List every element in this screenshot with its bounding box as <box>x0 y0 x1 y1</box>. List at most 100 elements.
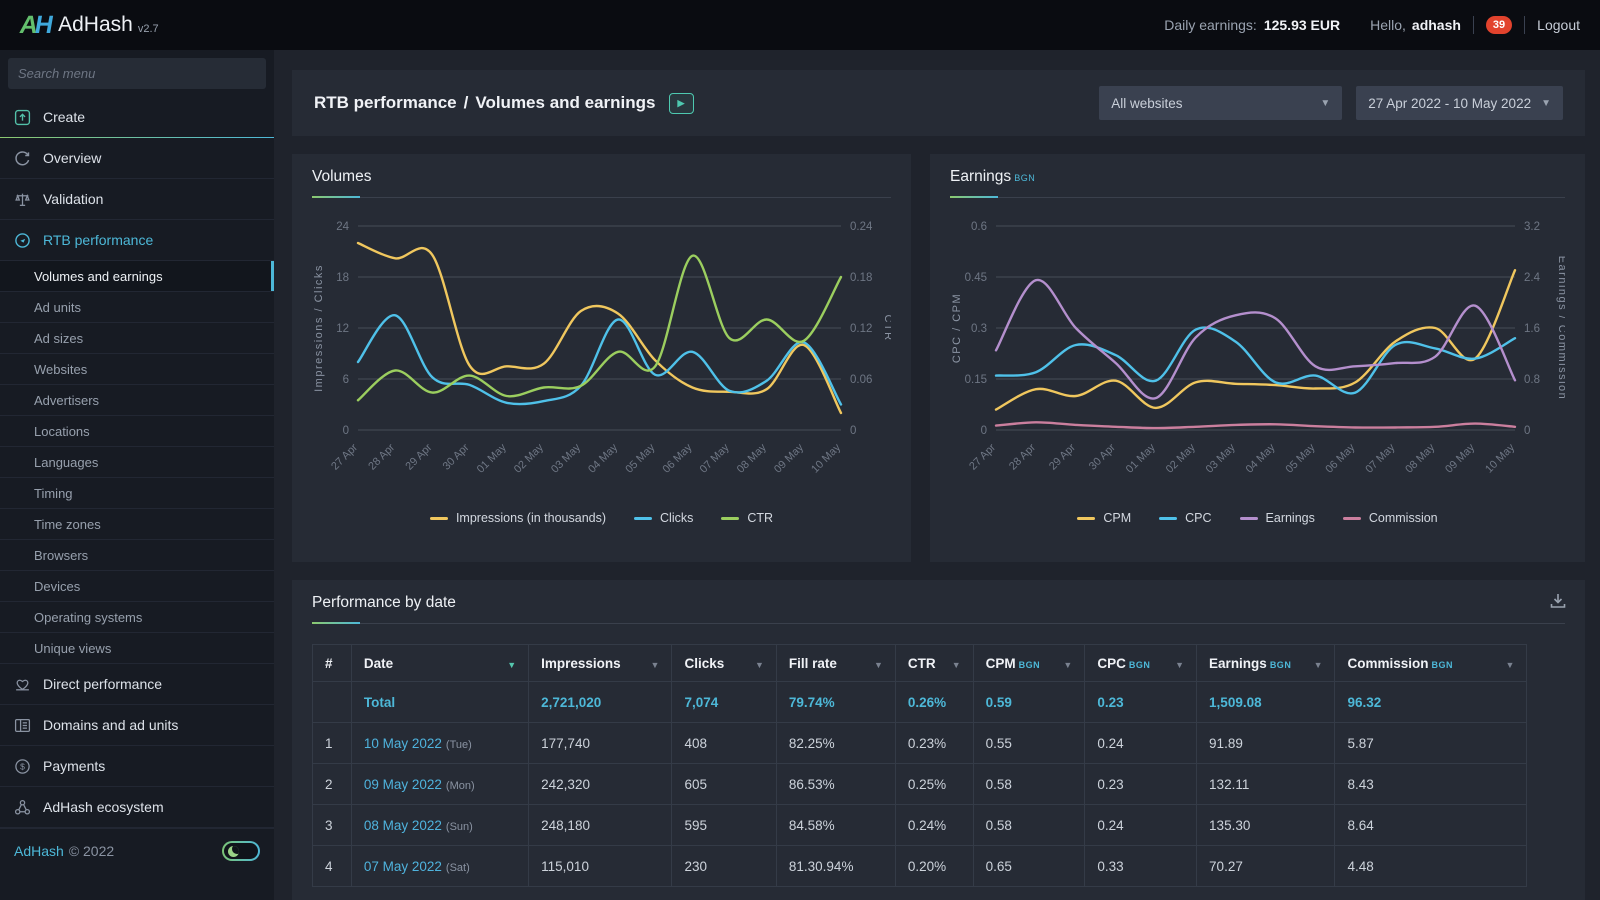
svg-text:03 May: 03 May <box>1204 441 1238 475</box>
series-line-earnings <box>996 280 1515 399</box>
sidebar-item-direct-performance[interactable]: Direct performance <box>0 664 274 705</box>
cell-row-number: 2 <box>313 764 352 805</box>
sidebar-item-unique-views[interactable]: Unique views <box>0 633 274 664</box>
svg-text:09 May: 09 May <box>772 441 806 475</box>
sidebar-item-websites[interactable]: Websites <box>0 354 274 385</box>
svg-text:03 May: 03 May <box>549 441 583 475</box>
sidebar-item-timing[interactable]: Timing <box>0 478 274 509</box>
legend-swatch <box>1240 517 1258 520</box>
svg-text:02 May: 02 May <box>1164 441 1198 475</box>
sidebar-item-browsers[interactable]: Browsers <box>0 540 274 571</box>
svg-text:0.6: 0.6 <box>971 221 987 233</box>
column-label: # <box>325 656 333 671</box>
sidebar-item-payments[interactable]: $Payments <box>0 746 274 787</box>
dark-mode-toggle-track <box>224 843 258 859</box>
sidebar-item-validation[interactable]: Validation <box>0 179 274 220</box>
svg-text:CTR: CTR <box>882 314 891 341</box>
cell-impressions: 242,320 <box>529 764 672 805</box>
website-filter-dropdown[interactable]: All websites ▼ <box>1099 86 1342 120</box>
legend-item-commission[interactable]: Commission <box>1343 511 1438 525</box>
cell-total-impressions: 2,721,020 <box>529 682 672 723</box>
svg-text:07 May: 07 May <box>698 441 732 475</box>
notifications-badge[interactable]: 39 <box>1486 16 1512 34</box>
dark-mode-toggle[interactable] <box>222 841 260 861</box>
legend-item-impressions-in-thousands-[interactable]: Impressions (in thousands) <box>430 511 606 525</box>
play-tour-button[interactable]: ▶ <box>669 93 694 114</box>
date-link[interactable]: 10 May 2022 <box>364 736 442 751</box>
column-header-impressions[interactable]: Impressions▼ <box>529 645 672 682</box>
performance-table: #Date▼Impressions▼Clicks▼Fill rate▼CTR▼C… <box>312 644 1527 887</box>
column-header-cpm[interactable]: CPMBGN▼ <box>973 645 1085 682</box>
download-icon[interactable] <box>1549 592 1567 613</box>
column-header-commission[interactable]: CommissionBGN▼ <box>1335 645 1527 682</box>
sidebar-item-label: Create <box>43 109 85 125</box>
date-link[interactable]: 08 May 2022 <box>364 818 442 833</box>
breadcrumb-section[interactable]: RTB performance <box>314 93 457 113</box>
date-range-dropdown[interactable]: 27 Apr 2022 - 10 May 2022 ▼ <box>1356 86 1563 120</box>
charts-row: Volumes 240.24180.18120.1260.060027 Apr2… <box>292 154 1585 562</box>
cell-date: 08 May 2022(Sun) <box>351 805 528 846</box>
sidebar-item-label: Ad sizes <box>34 331 83 346</box>
svg-text:0.15: 0.15 <box>965 374 987 386</box>
legend-item-earnings[interactable]: Earnings <box>1240 511 1315 525</box>
app-root: AH AdHash v2.7 Daily earnings: 125.93 EU… <box>0 0 1600 900</box>
column-header-date[interactable]: Date▼ <box>351 645 528 682</box>
legend-label: CTR <box>747 511 773 525</box>
sidebar-item-operating-systems[interactable]: Operating systems <box>0 602 274 633</box>
cell-total-earnings: 1,509.08 <box>1197 682 1335 723</box>
website-filter-value: All websites <box>1111 96 1182 111</box>
column-header--[interactable]: # <box>313 645 352 682</box>
sidebar-item-adhash-ecosystem[interactable]: AdHash ecosystem <box>0 787 274 828</box>
sidebar-item-rtb-performance[interactable]: RTB performance <box>0 220 274 261</box>
date-link[interactable]: 07 May 2022 <box>364 859 442 874</box>
sidebar-item-volumes-and-earnings[interactable]: Volumes and earnings <box>0 261 274 292</box>
legend-item-cpc[interactable]: CPC <box>1159 511 1211 525</box>
column-header-ctr[interactable]: CTR▼ <box>895 645 973 682</box>
adhash-logo-icon[interactable]: AH <box>17 11 52 40</box>
svg-text:07 May: 07 May <box>1363 441 1397 475</box>
sidebar-item-create[interactable]: Create <box>0 97 274 138</box>
table-head: #Date▼Impressions▼Clicks▼Fill rate▼CTR▼C… <box>313 645 1527 682</box>
sidebar-item-languages[interactable]: Languages <box>0 447 274 478</box>
performance-table-card: Performance by date #Date▼Impressions▼Cl… <box>292 580 1585 900</box>
column-header-clicks[interactable]: Clicks▼ <box>672 645 776 682</box>
sidebar-item-domains-and-ad-units[interactable]: Domains and ad units <box>0 705 274 746</box>
sidebar-item-devices[interactable]: Devices <box>0 571 274 602</box>
sidebar: Create OverviewValidationRTB performance V… <box>0 50 274 900</box>
earnings-card-title: Earnings <box>950 168 1011 185</box>
sidebar-item-ad-sizes[interactable]: Ad sizes <box>0 323 274 354</box>
sidebar-item-label: Volumes and earnings <box>34 269 163 284</box>
cell-cpc: 0.23 <box>1085 764 1197 805</box>
column-header-earnings[interactable]: EarningsBGN▼ <box>1197 645 1335 682</box>
legend-item-clicks[interactable]: Clicks <box>634 511 693 525</box>
footer-brand-link[interactable]: AdHash <box>14 843 64 859</box>
legend-item-ctr[interactable]: CTR <box>721 511 773 525</box>
svg-text:Impressions / Clicks: Impressions / Clicks <box>313 264 325 392</box>
cell-row-number: 1 <box>313 723 352 764</box>
cell-ctr: 0.23% <box>895 723 973 764</box>
date-link[interactable]: 09 May 2022 <box>364 777 442 792</box>
legend-label: Impressions (in thousands) <box>456 511 606 525</box>
sidebar-item-overview[interactable]: Overview <box>0 138 274 179</box>
sidebar-item-ad-units[interactable]: Ad units <box>0 292 274 323</box>
volumes-chart: 240.24180.18120.1260.060027 Apr28 Apr29 … <box>312 204 891 507</box>
svg-text:10 May: 10 May <box>809 441 843 475</box>
filters: All websites ▼ 27 Apr 2022 - 10 May 2022… <box>1099 86 1563 120</box>
validation-icon <box>14 190 32 208</box>
cell-total-cpm: 0.59 <box>973 682 1085 723</box>
table-row: 110 May 2022(Tue)177,74040882.25%0.23%0.… <box>313 723 1527 764</box>
cell-commission: 8.43 <box>1335 764 1527 805</box>
domains-icon <box>14 716 32 734</box>
legend-item-cpm[interactable]: CPM <box>1077 511 1131 525</box>
sidebar-item-time-zones[interactable]: Time zones <box>0 509 274 540</box>
search-menu-input[interactable] <box>8 58 266 89</box>
column-label: Fill rate <box>789 656 837 671</box>
volumes-card-header: Volumes <box>312 168 891 198</box>
cell-fill-rate: 81.30.94% <box>776 846 895 887</box>
sidebar-item-advertisers[interactable]: Advertisers <box>0 385 274 416</box>
sidebar-item-locations[interactable]: Locations <box>0 416 274 447</box>
logout-button[interactable]: Logout <box>1537 17 1580 33</box>
column-header-fill-rate[interactable]: Fill rate▼ <box>776 645 895 682</box>
greeting-label: Hello, <box>1370 17 1406 33</box>
column-header-cpc[interactable]: CPCBGN▼ <box>1085 645 1197 682</box>
